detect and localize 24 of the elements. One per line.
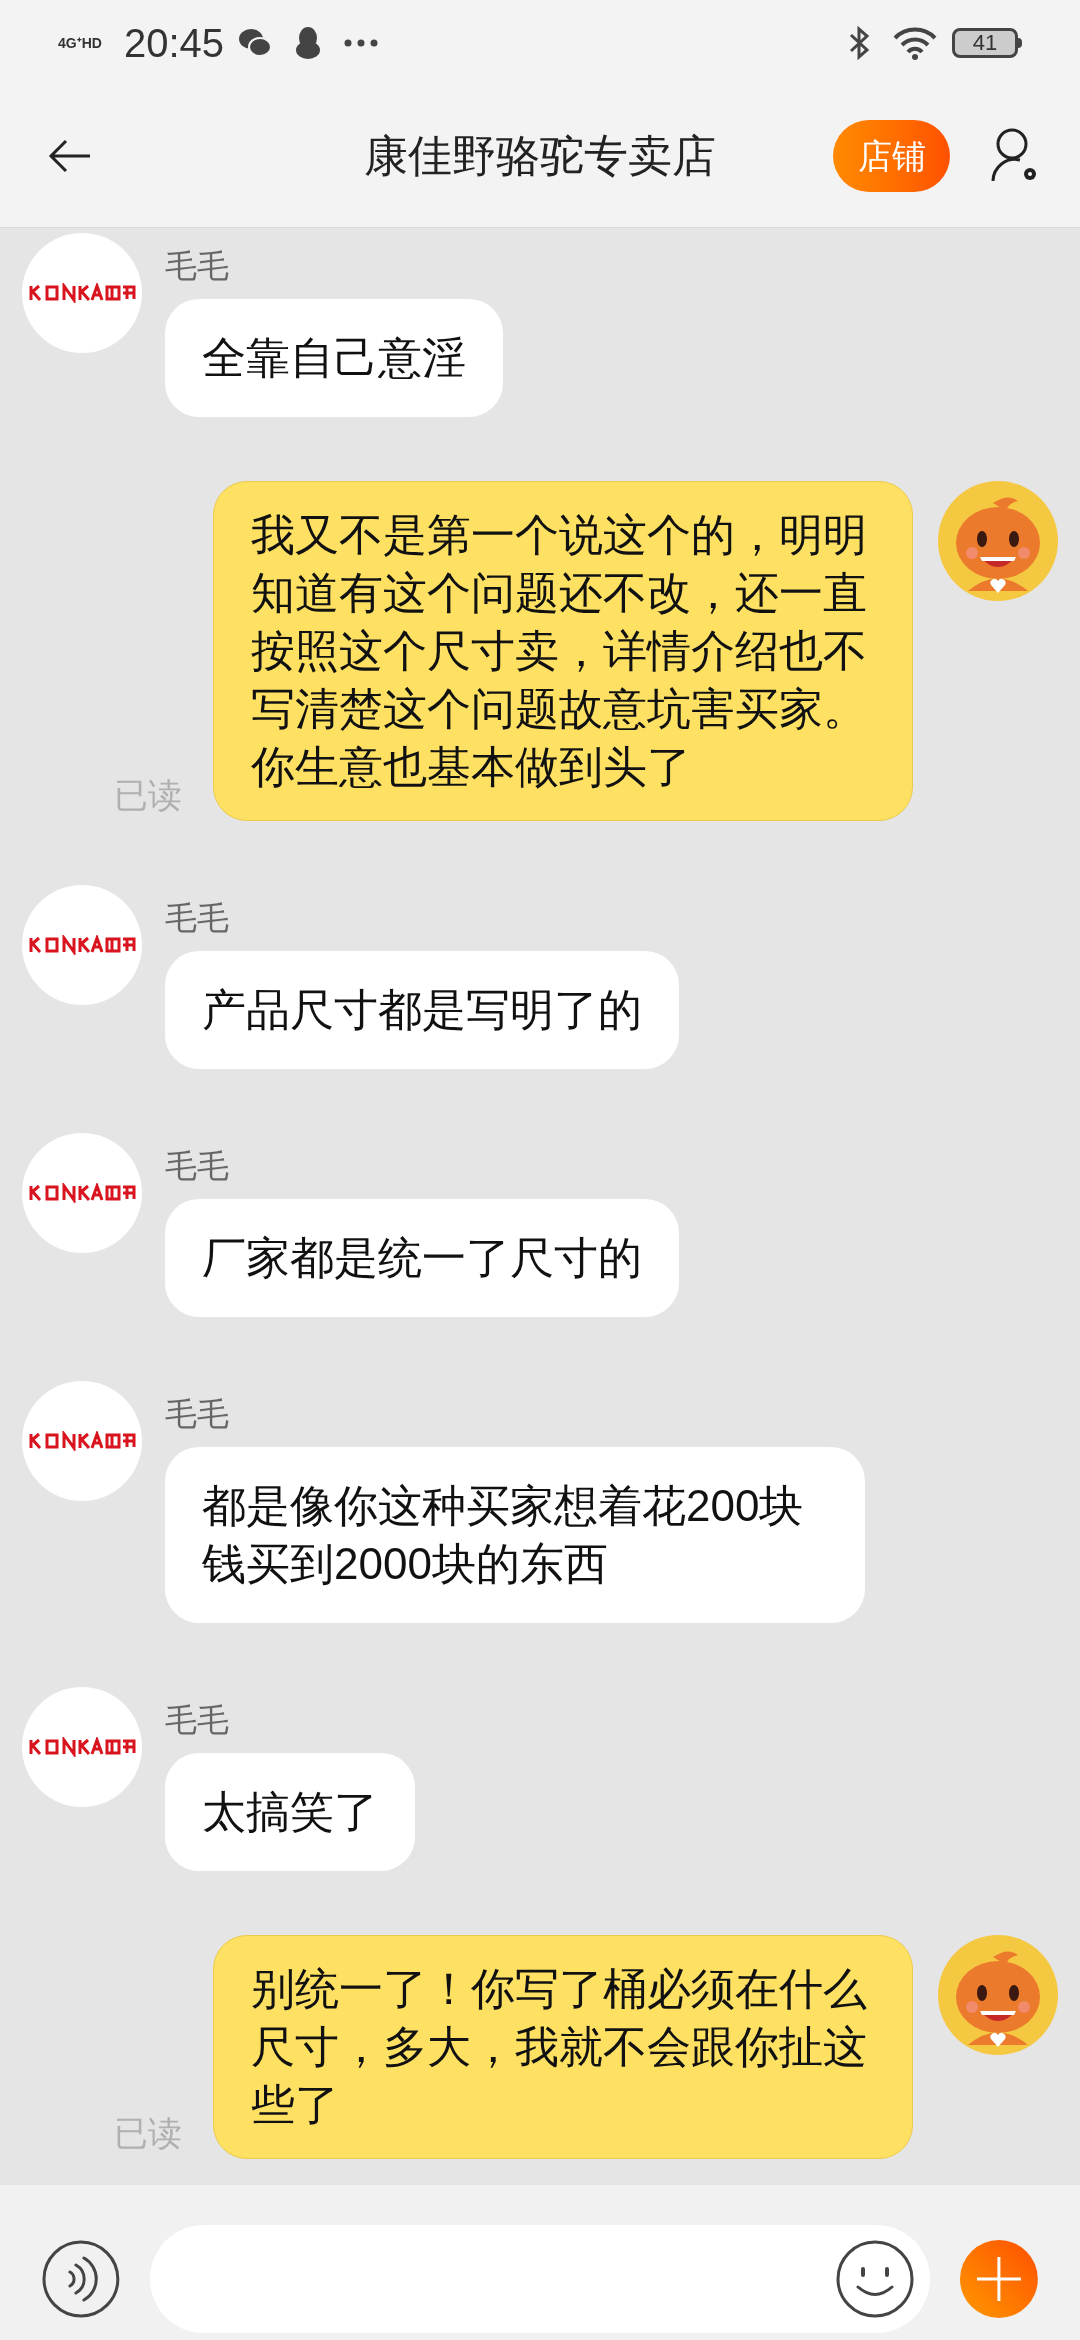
- message-bubble: 我又不是第一个说这个的，明明知道有这个问题还不改，还一直按照这个尺寸卖，详情介绍也不写清楚这个问题故意坑害买家。你生意也基本做到头了: [213, 481, 913, 821]
- message-bubble: 太搞笑了: [165, 1753, 415, 1871]
- more-icon: [344, 38, 379, 47]
- network-indicator: 4G⁺HD: [58, 35, 103, 50]
- message-bubble: 厂家都是统一了尺寸的: [165, 1199, 679, 1317]
- penguin-icon: [294, 25, 323, 60]
- sender-name: 毛毛: [165, 899, 230, 937]
- status-time: 20:45: [124, 19, 225, 67]
- message-bubble: 产品尺寸都是写明了的: [165, 951, 679, 1069]
- sender-name: 毛毛: [165, 247, 230, 285]
- message-bubble: 全靠自己意淫: [165, 299, 503, 417]
- emoji-icon[interactable]: [836, 2240, 915, 2318]
- wifi-icon: [892, 25, 938, 60]
- shop-title: 康佳野骆驼专卖店: [364, 131, 716, 180]
- message-bubble: 都是像你这种买家想着花200块钱买到2000块的东西: [165, 1447, 865, 1623]
- back-arrow-icon[interactable]: [48, 139, 92, 173]
- add-button-icon[interactable]: [960, 2240, 1038, 2318]
- voice-icon[interactable]: [42, 2240, 120, 2318]
- message-bubble: 别统一了！你写了桶必须在什么尺寸，多大，我就不会跟你扯这些了: [213, 1935, 913, 2159]
- sender-name: 毛毛: [165, 1147, 230, 1185]
- sender-name: 毛毛: [165, 1395, 230, 1433]
- bluetooth-icon: [848, 24, 870, 61]
- sender-name: 毛毛: [165, 1701, 230, 1739]
- shop-button[interactable]: 店铺: [833, 120, 950, 192]
